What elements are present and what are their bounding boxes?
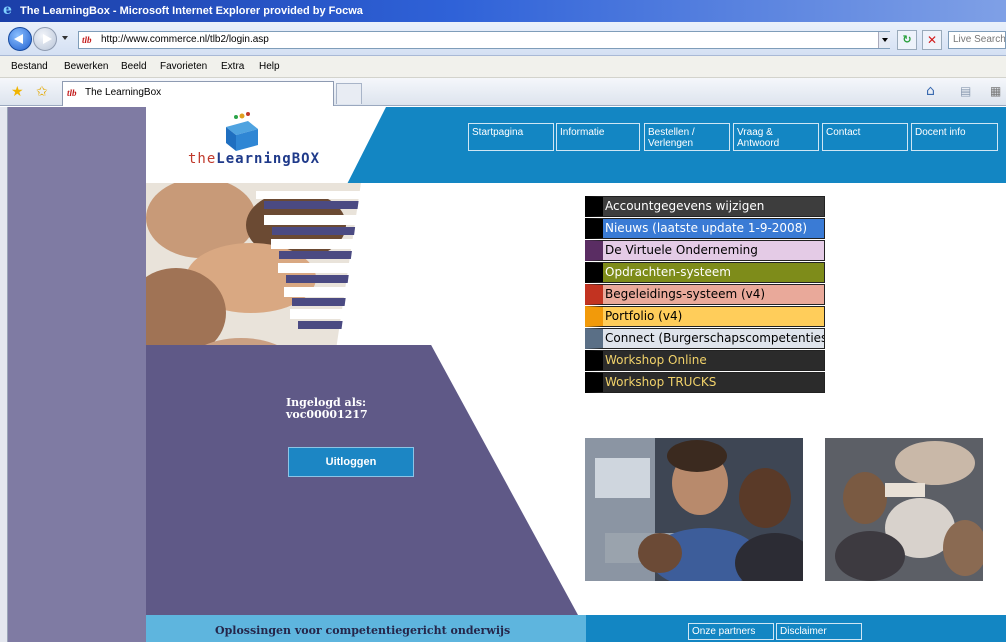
learningbox-logo[interactable]: theLearningBOX	[188, 111, 358, 183]
address-url: http://www.commerce.nl/tlb2/login.asp	[101, 34, 269, 45]
window-title: The LearningBox - Microsoft Internet Exp…	[20, 5, 363, 17]
tab-bar: ★ ✩ tlb The LearningBox ⌂ ▤ ▦	[0, 78, 1006, 106]
main-menu: Accountgegevens wijzigen Nieuws (laatste…	[585, 196, 825, 394]
address-bar[interactable]: tlb http://www.commerce.nl/tlb2/login.as…	[78, 31, 890, 49]
favorites-star-icon[interactable]: ★	[11, 84, 24, 100]
logo-name: LearningBOX	[216, 151, 321, 167]
menu-bewerken[interactable]: Bewerken	[64, 56, 108, 78]
refresh-button[interactable]: ↻	[897, 30, 917, 50]
forward-button[interactable]	[33, 27, 57, 51]
menu-item-nieuws[interactable]: Nieuws (laatste update 1-9-2008)	[585, 218, 825, 239]
logged-in-username: voc00001217	[286, 408, 368, 421]
tab-title: The LearningBox	[85, 87, 162, 98]
nav-startpagina[interactable]: Startpagina	[468, 123, 554, 151]
add-favorite-icon[interactable]: ✩	[36, 84, 48, 100]
recent-pages-dropdown-icon[interactable]	[62, 36, 68, 40]
footer-disclaimer-link[interactable]: Disclaimer	[776, 623, 862, 640]
logged-in-info: Ingelogd als: voc00001217	[286, 397, 406, 421]
nav-vraag-antwoord[interactable]: Vraag & Antwoord	[733, 123, 819, 151]
menu-beeld[interactable]: Beeld	[121, 56, 147, 78]
menu-help[interactable]: Help	[259, 56, 280, 78]
students-group-photo	[825, 438, 983, 581]
box-logo-icon	[226, 112, 258, 151]
nav-docent-info[interactable]: Docent info	[911, 123, 998, 151]
site-favicon-icon: tlb	[82, 35, 92, 45]
menu-item-connect[interactable]: Connect (Burgerschapscompetenties)	[585, 328, 825, 349]
new-tab-button[interactable]	[336, 83, 362, 104]
left-sidebar-band	[8, 107, 146, 642]
menu-item-workshop-trucks[interactable]: Workshop TRUCKS	[585, 372, 825, 393]
menu-item-begeleidings-systeem[interactable]: Begeleidings-systeem (v4)	[585, 284, 825, 305]
feeds-icon[interactable]: ▤	[960, 84, 971, 98]
menu-favorieten[interactable]: Favorieten	[160, 56, 207, 78]
menu-item-opdrachten-systeem[interactable]: Opdrachten-systeem	[585, 262, 825, 283]
footer-tagline: Oplossingen voor competentiegericht onde…	[215, 624, 511, 637]
search-input[interactable]: Live Search	[948, 31, 1006, 49]
menu-item-portfolio[interactable]: Portfolio (v4)	[585, 306, 825, 327]
tab-learningbox[interactable]: tlb The LearningBox	[62, 81, 334, 106]
nav-informatie[interactable]: Informatie	[556, 123, 640, 151]
nav-contact[interactable]: Contact	[822, 123, 908, 151]
menu-bar: Bestand Bewerken Beeld Favorieten Extra …	[0, 56, 1006, 78]
home-icon[interactable]: ⌂	[926, 83, 935, 99]
menu-bestand[interactable]: Bestand	[11, 56, 48, 78]
menu-extra[interactable]: Extra	[221, 56, 244, 78]
tab-favicon-icon: tlb	[67, 88, 77, 98]
window-titlebar: e The LearningBox - Microsoft Internet E…	[0, 0, 1006, 22]
viewport-left-edge	[0, 107, 8, 642]
back-button[interactable]	[8, 27, 32, 51]
students-computer-photo	[585, 438, 803, 581]
menu-item-workshop-online[interactable]: Workshop Online	[585, 350, 825, 371]
print-icon[interactable]: ▦	[990, 84, 1001, 98]
logo-wordmark: theLearningBOX	[188, 151, 320, 167]
footer-partners-link[interactable]: Onze partners	[688, 623, 774, 640]
ie-logo-icon: e	[3, 2, 12, 18]
logo-prefix: the	[188, 151, 217, 167]
address-dropdown-icon[interactable]	[878, 32, 890, 48]
logout-button[interactable]: Uitloggen	[288, 447, 414, 477]
stop-button[interactable]: ✕	[922, 30, 942, 50]
address-toolbar: tlb http://www.commerce.nl/tlb2/login.as…	[0, 22, 1006, 56]
nav-bestellen-verlengen[interactable]: Bestellen / Verlengen	[644, 123, 730, 151]
menu-item-virtuele-onderneming[interactable]: De Virtuele Onderneming	[585, 240, 825, 261]
menu-item-accountgegevens[interactable]: Accountgegevens wijzigen	[585, 196, 825, 217]
